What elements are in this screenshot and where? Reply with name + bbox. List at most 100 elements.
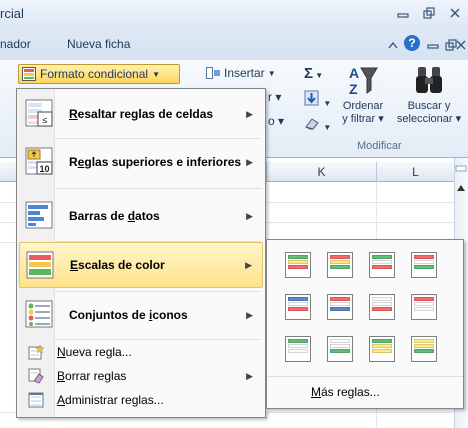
color-scale-swatch-band: [288, 344, 308, 348]
menu-item-new-rule[interactable]: Nueva regla...: [19, 341, 263, 363]
minimize-icon: [397, 13, 409, 18]
color-scale-swatch-band: [372, 265, 392, 269]
color-scale-swatch-band: [330, 339, 350, 343]
close-icon: [456, 40, 466, 50]
color-scale-swatch[interactable]: [327, 294, 353, 320]
menu-label-clear-rules: Borrar reglas: [57, 369, 127, 383]
window-title: rcial: [0, 6, 24, 21]
top-bottom-icon: 10: [25, 147, 53, 175]
color-scale-swatch[interactable]: [411, 252, 437, 278]
sort-filter-button[interactable]: A Z Ordenar y filtrar ▾: [334, 64, 392, 126]
color-scales-icon: [26, 251, 54, 279]
color-scale-swatch-band: [414, 339, 434, 343]
color-scales-submenu: Más reglas...: [266, 239, 464, 409]
insert-label: Insertar: [224, 66, 265, 80]
insert-button[interactable]: Insertar ▼: [206, 66, 276, 80]
menu-separator: [55, 339, 261, 340]
menu-item-manage-rules[interactable]: Administrar reglas...: [19, 389, 263, 411]
menu-separator: [57, 188, 261, 189]
column-header-k[interactable]: K: [266, 162, 376, 182]
color-scale-swatch-band: [288, 302, 308, 306]
chevron-down-icon: ▼: [267, 68, 276, 78]
color-scale-swatch-band: [330, 349, 350, 353]
data-bars-icon: [25, 201, 53, 229]
chevron-down-icon: ▼: [323, 123, 332, 132]
color-scale-swatch-band: [414, 260, 434, 264]
help-button[interactable]: ?: [401, 34, 423, 52]
color-scale-swatch-band: [330, 302, 350, 306]
tab-nueva-ficha[interactable]: Nueva ficha: [67, 37, 130, 51]
close-button[interactable]: [444, 4, 466, 22]
menu-item-top-bottom-rules[interactable]: 10 Reglas superiores e inferiores ▶: [19, 139, 263, 185]
svg-text:10: 10: [39, 164, 49, 174]
find-select-button[interactable]: Buscar y seleccionar ▾: [390, 64, 468, 126]
minimize-icon: [427, 44, 439, 49]
color-scale-swatch[interactable]: [411, 336, 437, 362]
clear-rules-icon: [28, 368, 44, 384]
format-button-partial[interactable]: o ▾: [268, 114, 284, 128]
menu-label-highlight-rules: Resaltar reglas de celdas: [69, 107, 214, 121]
color-scale-swatch-band: [330, 260, 350, 264]
sort-filter-label-1: Ordenar: [342, 100, 384, 112]
highlight-cells-icon: ≤: [25, 99, 53, 127]
restore-button[interactable]: [418, 4, 440, 22]
menu-item-clear-rules[interactable]: Borrar reglas ▶: [19, 365, 263, 387]
color-scale-swatch[interactable]: [369, 252, 395, 278]
clear-button[interactable]: ▼: [304, 116, 331, 133]
color-scale-swatch-band: [288, 297, 308, 301]
split-box-icon[interactable]: [455, 164, 467, 174]
ribbon-tab-bar: nador Nueva ficha ?: [0, 28, 468, 60]
conditional-format-icon: [22, 67, 36, 81]
color-scale-swatch-band: [288, 265, 308, 269]
find-select-label-1: Buscar y: [407, 100, 451, 112]
menu-label-data-bars: Barras de datos: [69, 209, 160, 223]
more-rules-item[interactable]: Más reglas...: [311, 385, 380, 399]
color-scale-swatch[interactable]: [327, 336, 353, 362]
find-select-label-2: seleccionar ▾: [396, 113, 462, 125]
color-scale-swatch-band: [414, 255, 434, 259]
sort-filter-label-2: y filtrar ▾: [342, 113, 384, 125]
color-scale-swatch-band: [330, 255, 350, 259]
color-scale-swatch-band: [330, 344, 350, 348]
menu-item-icon-sets[interactable]: Conjuntos de iconos ▶: [19, 292, 263, 338]
menu-item-highlight-rules[interactable]: ≤ Resaltar reglas de celdas ▶: [19, 91, 263, 137]
fill-button[interactable]: ▼: [304, 90, 331, 109]
color-scale-swatch[interactable]: [285, 336, 311, 362]
new-rule-icon: [28, 344, 44, 360]
menu-label-top-bottom-rules: Reglas superiores e inferiores: [69, 155, 242, 169]
color-scale-swatch[interactable]: [369, 336, 395, 362]
sort-filter-icon: A Z: [349, 65, 378, 97]
menu-item-color-scales[interactable]: Escalas de color ▶: [19, 242, 263, 288]
color-scale-swatch[interactable]: [369, 294, 395, 320]
color-scale-swatch-band: [372, 344, 392, 348]
color-scale-swatch-band: [330, 297, 350, 301]
conditional-format-menu: ≤ Resaltar reglas de celdas ▶ 10 Reglas …: [16, 88, 266, 418]
tab-desarrollador[interactable]: nador: [0, 37, 31, 51]
color-scale-swatch-band: [414, 297, 434, 301]
color-scale-swatch-band: [414, 307, 434, 311]
submenu-arrow-icon: ▶: [246, 309, 253, 320]
binoculars-icon: [416, 67, 442, 93]
doc-close-button[interactable]: [454, 36, 468, 54]
color-scale-swatch-band: [372, 307, 392, 311]
column-header-l[interactable]: L: [376, 162, 454, 182]
color-scale-swatch[interactable]: [411, 294, 437, 320]
menu-separator: [267, 376, 463, 377]
color-scale-swatch-band: [372, 302, 392, 306]
color-scale-swatch[interactable]: [285, 294, 311, 320]
color-scale-swatch[interactable]: [285, 252, 311, 278]
delete-button-partial[interactable]: r ▾: [268, 90, 281, 104]
menu-item-data-bars[interactable]: Barras de datos ▶: [19, 193, 263, 239]
color-scale-swatch-band: [330, 265, 350, 269]
scroll-up-icon[interactable]: [455, 180, 467, 196]
conditional-format-button[interactable]: Formato condicional ▼: [18, 64, 180, 84]
color-scale-swatch[interactable]: [327, 252, 353, 278]
minimize-button[interactable]: [392, 4, 414, 22]
submenu-arrow-icon: ▶: [245, 259, 252, 270]
autosum-button[interactable]: Σ ▼: [304, 65, 323, 82]
submenu-arrow-icon: ▶: [246, 108, 253, 119]
sigma-icon: Σ: [304, 65, 314, 82]
chevron-down-icon: ▼: [152, 69, 160, 79]
menu-label-manage-rules: Administrar reglas...: [57, 393, 164, 407]
svg-text:≤: ≤: [43, 115, 48, 125]
